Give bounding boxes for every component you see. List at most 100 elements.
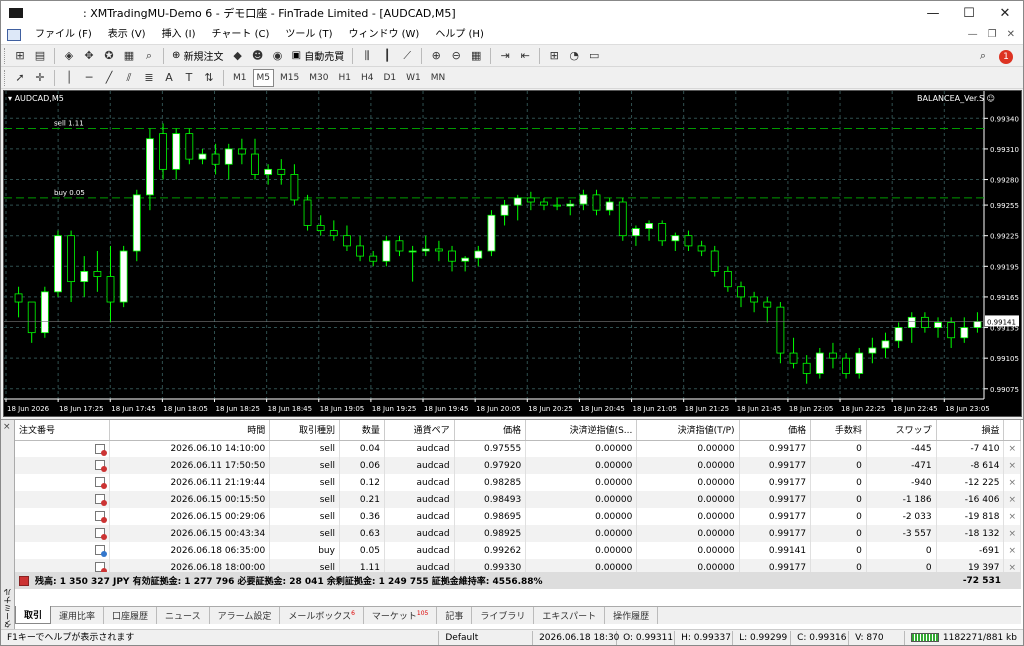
- tab-1[interactable]: 運用比率: [51, 607, 105, 624]
- order-row[interactable]: 2026.06.15 00:15:50 sell 0.21 audcad 0.98493…: [15, 491, 1021, 508]
- auto-scroll-icon[interactable]: ⇥: [496, 47, 514, 65]
- menu-window[interactable]: ウィンドウ (W): [340, 25, 427, 45]
- options-icon[interactable]: ◉: [269, 47, 287, 65]
- mdi-close-icon[interactable]: ✕: [1007, 29, 1015, 40]
- zoom-in-icon[interactable]: ⊕: [427, 47, 445, 65]
- tab-8[interactable]: ライブラリ: [472, 607, 535, 624]
- close-button[interactable]: ✕: [987, 1, 1023, 25]
- terminal-close-icon[interactable]: ×: [3, 422, 11, 432]
- candlestick-icon[interactable]: ┃: [378, 47, 396, 65]
- profiles-icon[interactable]: ▤: [31, 47, 49, 65]
- order-row[interactable]: 2026.06.15 00:29:06 sell 0.36 audcad 0.98695…: [15, 508, 1021, 525]
- close-order-icon[interactable]: ×: [1003, 474, 1021, 491]
- close-order-icon[interactable]: ×: [1003, 440, 1021, 457]
- tab-2[interactable]: 口座履歴: [104, 607, 158, 624]
- menu-chart[interactable]: チャート (C): [204, 25, 278, 45]
- mdi-minimize-icon[interactable]: —: [968, 29, 978, 40]
- col-take-profit[interactable]: 決済指値(T/P): [636, 420, 740, 441]
- mdi-restore-icon[interactable]: ❐: [988, 29, 997, 40]
- chart-shift-icon[interactable]: ⇤: [516, 47, 534, 65]
- tile-windows-icon[interactable]: ▦: [467, 47, 485, 65]
- col-swap[interactable]: スワップ: [866, 420, 937, 441]
- col-stop-loss[interactable]: 決済逆指値(S...: [525, 420, 638, 441]
- col-commission[interactable]: 手数料: [810, 420, 867, 441]
- zoom-out-icon[interactable]: ⊖: [447, 47, 465, 65]
- crosshair-icon[interactable]: ✛: [31, 69, 49, 87]
- col-ticket[interactable]: 注文番号: [15, 420, 110, 441]
- col-open-price[interactable]: 価格: [454, 420, 527, 441]
- menu-file[interactable]: ファイル (F): [27, 25, 100, 45]
- close-order-icon[interactable]: ×: [1003, 457, 1021, 474]
- document-menu-icon[interactable]: [7, 28, 21, 41]
- timeframe-m30[interactable]: M30: [305, 69, 332, 87]
- col-symbol[interactable]: 通貨ペア: [384, 420, 455, 441]
- close-order-icon[interactable]: ×: [1003, 491, 1021, 508]
- channel-icon[interactable]: ⫽: [120, 69, 138, 87]
- bar-chart-icon[interactable]: ⫼: [358, 47, 376, 65]
- terminal-icon[interactable]: ▦: [120, 47, 138, 65]
- text-tool-icon[interactable]: A: [160, 69, 178, 87]
- timeframe-w1[interactable]: W1: [402, 69, 425, 87]
- order-row[interactable]: 2026.06.18 06:35:00 buy 0.05 audcad 0.99262 0…: [15, 542, 1021, 559]
- timeframe-m5[interactable]: M5: [252, 68, 274, 87]
- periods-icon[interactable]: ◔: [565, 47, 583, 65]
- timeframe-m1[interactable]: M1: [229, 69, 251, 87]
- col-time[interactable]: 時間: [109, 420, 271, 441]
- order-row[interactable]: 2026.06.11 17:50:50 sell 0.06 audcad 0.97920…: [15, 457, 1021, 474]
- new-order-button[interactable]: ⊕ 新規注文: [169, 47, 227, 65]
- cursor-icon[interactable]: ➚: [11, 69, 29, 87]
- col-type[interactable]: 取引種別: [269, 420, 340, 441]
- search-icon[interactable]: ⌕: [974, 47, 992, 65]
- tab-5[interactable]: メールボックス6: [280, 607, 364, 624]
- timeframe-h4[interactable]: H4: [357, 69, 378, 87]
- data-window-icon[interactable]: ✥: [80, 47, 98, 65]
- col-current-price[interactable]: 価格: [739, 420, 812, 441]
- tab-3[interactable]: ニュース: [157, 607, 210, 624]
- tab-10[interactable]: 操作履歴: [605, 607, 659, 624]
- col-profit[interactable]: 損益: [936, 420, 1005, 441]
- templates-icon[interactable]: ▭: [585, 47, 603, 65]
- navigator-icon[interactable]: ✪: [100, 47, 118, 65]
- notification-badge[interactable]: 1: [999, 49, 1013, 64]
- line-chart-icon[interactable]: ⟋: [398, 47, 416, 65]
- timeframe-d1[interactable]: D1: [379, 69, 400, 87]
- order-row[interactable]: 2026.06.15 00:43:34 sell 0.63 audcad 0.98925…: [15, 525, 1021, 542]
- order-row[interactable]: 2026.06.10 14:10:00 sell 0.04 audcad 0.97555…: [15, 440, 1021, 457]
- status-connection[interactable]: 1182271/881 kb: [905, 631, 1023, 645]
- menu-tools[interactable]: ツール (T): [277, 25, 340, 45]
- metaeditor-icon[interactable]: ◆: [229, 47, 247, 65]
- order-sl-cell: 0.00000: [525, 440, 638, 457]
- strategy-tester-icon[interactable]: ⌕: [140, 47, 158, 65]
- price-chart[interactable]: 0.99340 0.99310 0.99280 0.99255 0.99225 0.991…: [4, 91, 1021, 416]
- close-order-icon[interactable]: ×: [1003, 508, 1021, 525]
- label-tool-icon[interactable]: T: [180, 69, 198, 87]
- timeframe-m15[interactable]: M15: [276, 69, 303, 87]
- col-lots[interactable]: 数量: [339, 420, 385, 441]
- menu-help[interactable]: ヘルプ (H): [427, 25, 492, 45]
- trendline-icon[interactable]: ╱: [100, 69, 118, 87]
- market-watch-icon[interactable]: ◈: [60, 47, 78, 65]
- order-row[interactable]: 2026.06.11 21:19:44 sell 0.12 audcad 0.98285…: [15, 474, 1021, 491]
- tab-7[interactable]: 記事: [437, 607, 473, 624]
- menu-view[interactable]: 表示 (V): [100, 25, 154, 45]
- indicators-icon[interactable]: ⊞: [545, 47, 563, 65]
- maximize-button[interactable]: ☐: [951, 1, 987, 25]
- menu-insert[interactable]: 挿入 (I): [154, 25, 204, 45]
- close-order-icon[interactable]: ×: [1003, 542, 1021, 559]
- fibonacci-icon[interactable]: ≣: [140, 69, 158, 87]
- tab-0[interactable]: 取引: [15, 606, 52, 624]
- vertical-line-icon[interactable]: │: [60, 69, 78, 87]
- minimize-button[interactable]: —: [915, 1, 951, 25]
- arrows-tool-icon[interactable]: ⇅: [200, 69, 218, 87]
- tab-9[interactable]: エキスパート: [534, 607, 606, 624]
- timeframe-h1[interactable]: H1: [334, 69, 355, 87]
- chart-window[interactable]: 0.99340 0.99310 0.99280 0.99255 0.99225 0.991…: [3, 90, 1022, 417]
- tab-4[interactable]: アラーム設定: [210, 607, 281, 624]
- tab-6[interactable]: マーケット105: [364, 607, 438, 624]
- new-chart-icon[interactable]: ⊞: [11, 47, 29, 65]
- close-order-icon[interactable]: ×: [1003, 525, 1021, 542]
- signals-icon[interactable]: ☻: [249, 47, 267, 65]
- horizontal-line-icon[interactable]: ─: [80, 69, 98, 87]
- auto-trade-button[interactable]: ▣ 自動売買: [289, 47, 348, 65]
- timeframe-mn[interactable]: MN: [427, 69, 450, 87]
